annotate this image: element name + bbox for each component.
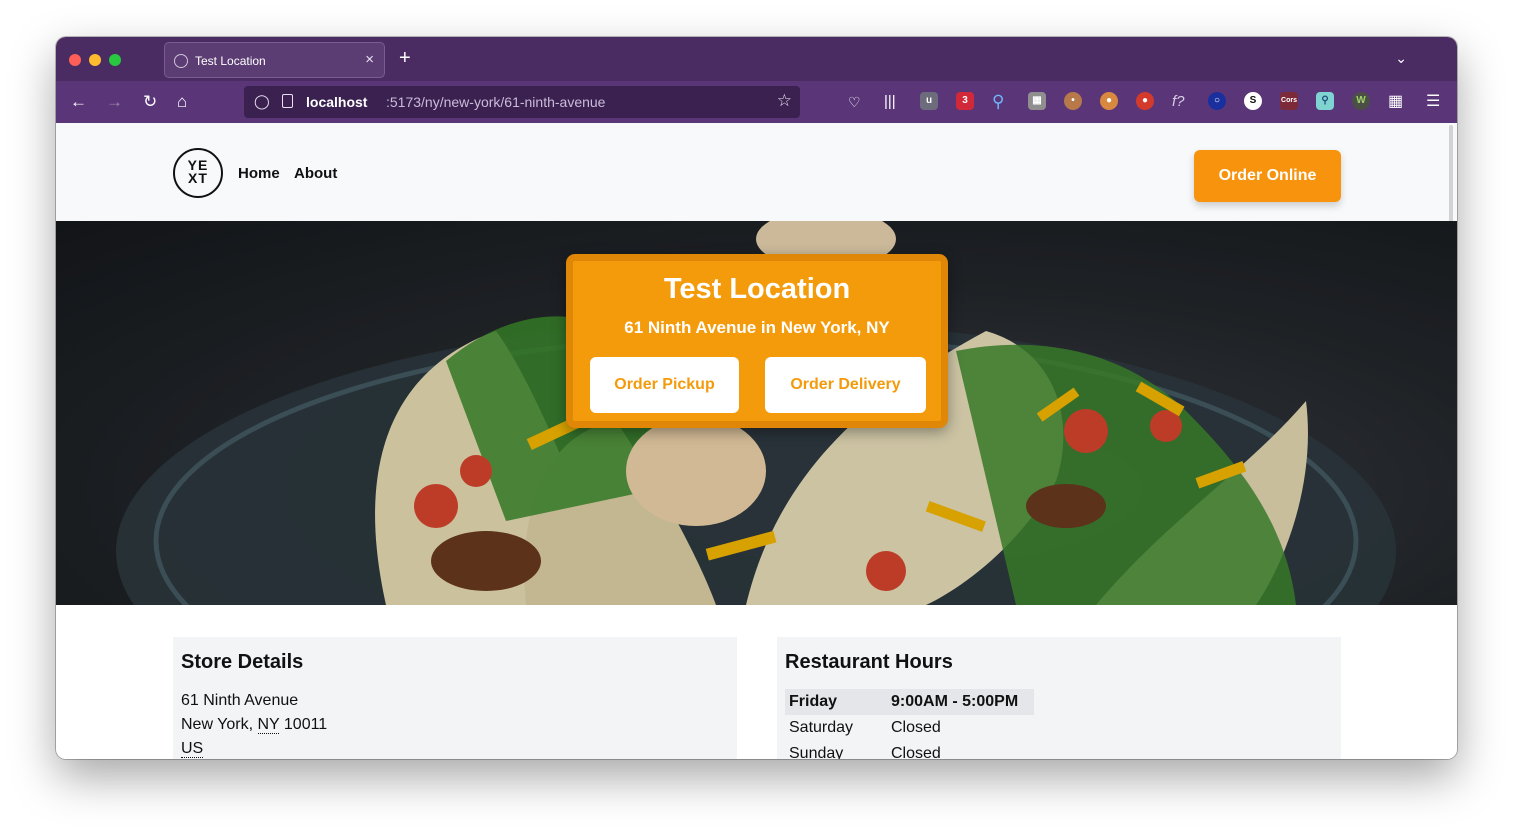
nav-home-link[interactable]: Home [238, 165, 280, 182]
address-country-line: US [181, 740, 204, 758]
colorzilla-icon[interactable]: ▦ [1028, 92, 1046, 110]
store-details-panel: Store Details 61 Ninth Avenue New York, … [173, 637, 737, 759]
address-city-line: New York, NY 10011 [181, 716, 327, 734]
menu-icon[interactable]: ☰ [1426, 92, 1440, 112]
ublock-icon[interactable]: u [920, 92, 938, 110]
browser-window: Test Location × + ⌄ ← → ↻ ⌂ ◯ localhost … [56, 37, 1457, 759]
store-details-title: Store Details [181, 651, 304, 673]
hero-banner: Test Location 61 Ninth Avenue in New Yor… [56, 221, 1457, 605]
s-extension-icon[interactable]: S [1244, 92, 1262, 110]
page-icon [282, 94, 293, 108]
fox-icon[interactable]: ● [1100, 92, 1118, 110]
restaurant-hours-title: Restaurant Hours [785, 651, 953, 673]
search-icon[interactable]: ⚲ [992, 92, 1004, 112]
address-country: US [181, 740, 204, 758]
minimize-window-button[interactable] [89, 54, 101, 66]
chevron-down-icon[interactable]: ⌄ [1395, 50, 1407, 67]
extension-badge-icon[interactable]: 3 [956, 92, 974, 110]
reload-icon[interactable]: ↻ [143, 92, 157, 112]
location-subtitle: 61 Ninth Avenue in New York, NY [624, 318, 890, 337]
panda-icon[interactable]: ● [1136, 92, 1154, 110]
address-line1: 61 Ninth Avenue [181, 692, 299, 709]
web-page: YE XT Home About Order Online Test Locat… [56, 123, 1457, 759]
tab-title: Test Location [195, 54, 266, 68]
cors-icon[interactable]: Cors [1280, 92, 1298, 110]
hours-row: Sunday Closed [785, 741, 1034, 759]
hours-day: Friday [789, 693, 838, 710]
home-icon[interactable]: ⌂ [177, 92, 187, 112]
address-state: NY [257, 716, 280, 734]
url-bar[interactable]: ◯ localhost :5173/ny/new-york/61-ninth-a… [244, 86, 800, 118]
order-online-button[interactable]: Order Online [1194, 150, 1341, 202]
logo-text-bottom: XT [188, 170, 208, 186]
maximize-window-button[interactable] [109, 54, 121, 66]
nav-about-link[interactable]: About [294, 165, 337, 182]
back-arrow-icon[interactable]: ← [70, 92, 87, 112]
library-icon[interactable]: ||| [884, 92, 896, 112]
shield-icon[interactable]: ◯ [254, 93, 270, 110]
function-icon[interactable]: f? [1172, 92, 1185, 112]
tab-strip: Test Location × + ⌄ [56, 37, 1457, 81]
address-city: New York, [181, 716, 254, 733]
close-window-button[interactable] [69, 54, 81, 66]
inspect-icon[interactable]: ⚲ [1316, 92, 1334, 110]
order-pickup-button[interactable]: Order Pickup [590, 357, 739, 413]
url-path: :5173/ny/new-york/61-ninth-avenue [386, 94, 606, 110]
pocket-icon[interactable]: ♡ [848, 92, 861, 112]
favicon-icon [174, 54, 188, 68]
restaurant-hours-panel: Restaurant Hours Friday 9:00AM - 5:00PM … [777, 637, 1341, 759]
location-title: Test Location [663, 273, 851, 305]
hours-time: Closed [891, 719, 941, 736]
onepassword-icon[interactable]: ○ [1208, 92, 1226, 110]
forward-arrow-icon[interactable]: → [106, 92, 123, 112]
tab-close-icon[interactable]: × [365, 51, 374, 68]
hours-time: Closed [891, 745, 941, 759]
site-header: YE XT Home About Order Online [56, 123, 1457, 375]
cookie-icon[interactable]: • [1064, 92, 1082, 110]
hours-day: Sunday [789, 745, 844, 759]
hours-row-today: Friday 9:00AM - 5:00PM [785, 689, 1034, 715]
yext-logo[interactable]: YE XT [173, 148, 223, 198]
apps-grid-icon[interactable]: ▦ [1388, 92, 1403, 112]
hours-day: Saturday [789, 719, 854, 736]
bookmark-star-icon[interactable]: ☆ [777, 91, 792, 111]
url-host: localhost [306, 94, 368, 110]
order-delivery-button[interactable]: Order Delivery [765, 357, 926, 413]
hours-time: 9:00AM - 5:00PM [891, 693, 1019, 710]
hours-row: Saturday Closed [785, 715, 1034, 741]
location-card: Test Location 61 Ninth Avenue in New Yor… [566, 254, 948, 428]
tab-active[interactable]: Test Location × [164, 42, 385, 78]
wappalyzer-icon[interactable]: W [1352, 92, 1370, 110]
navigation-toolbar: ← → ↻ ⌂ ◯ localhost :5173/ny/new-york/61… [56, 81, 1457, 123]
address-zip: 10011 [283, 716, 328, 733]
new-tab-button[interactable]: + [399, 47, 411, 70]
